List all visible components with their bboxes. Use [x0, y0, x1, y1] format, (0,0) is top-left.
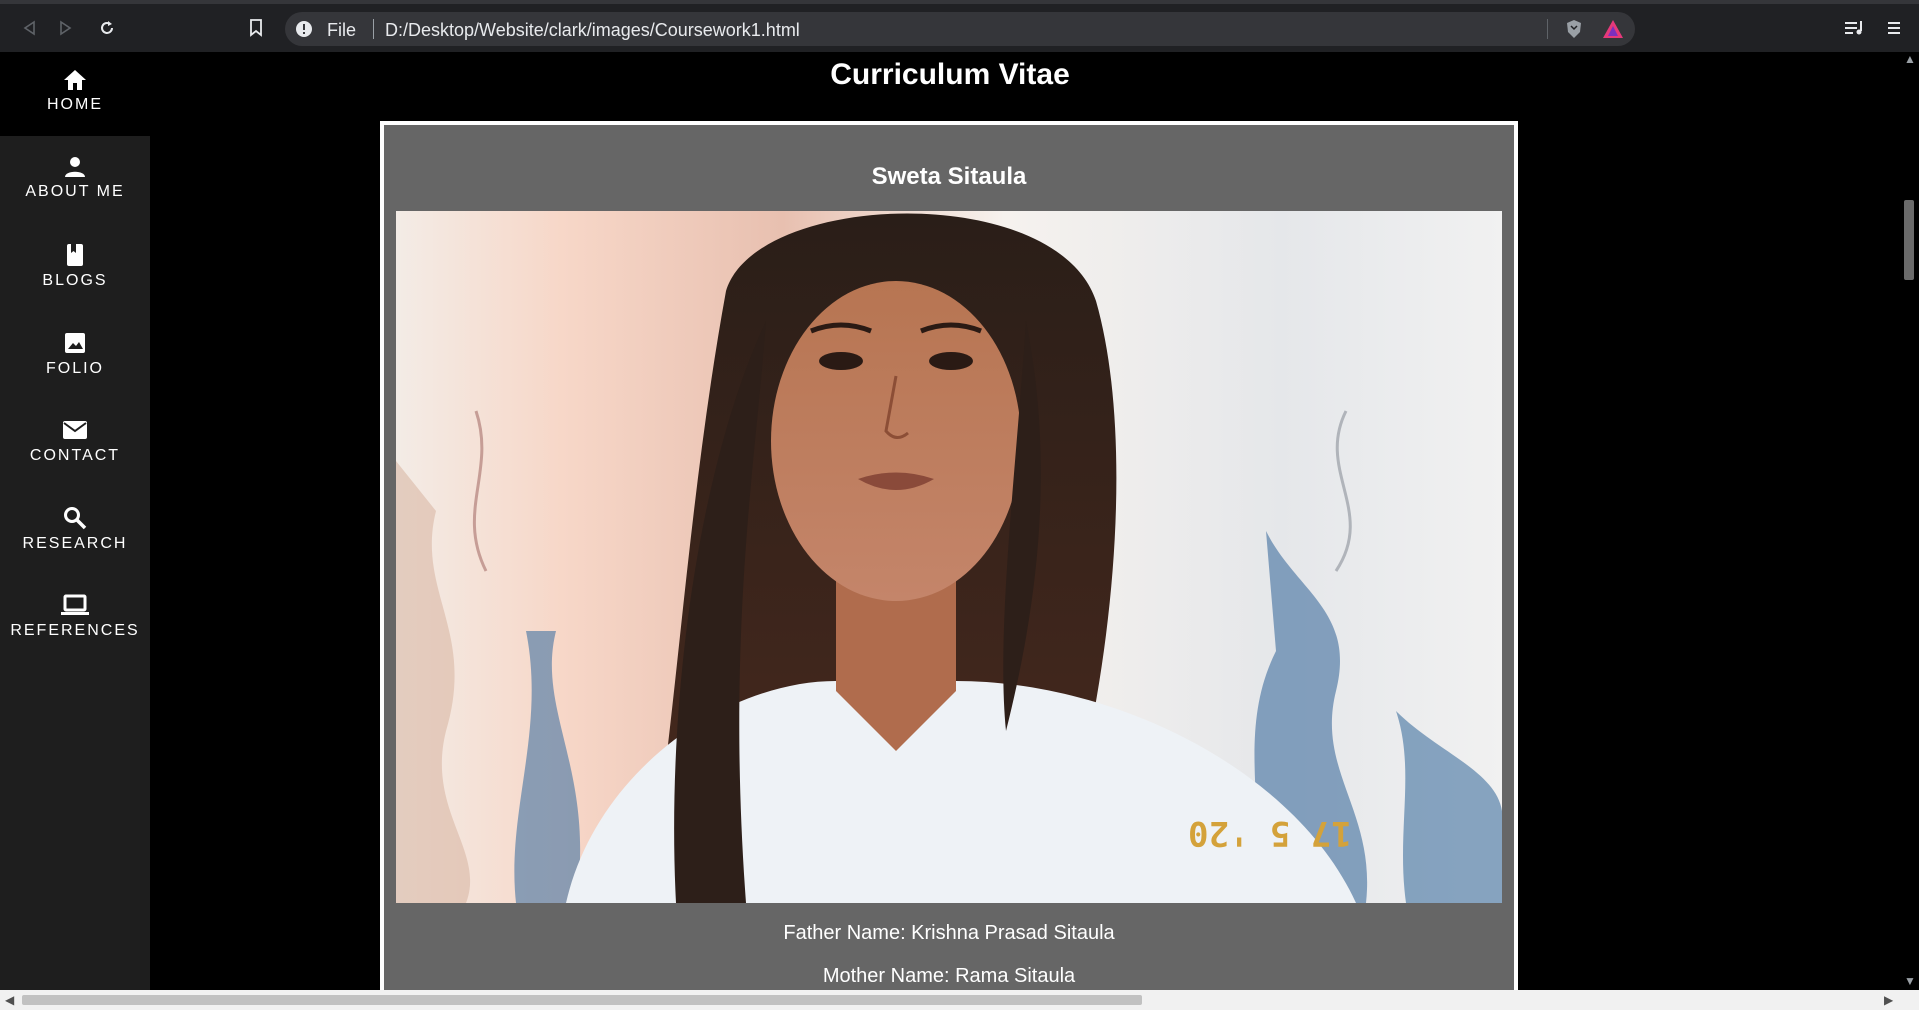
sidebar-item-references[interactable]: REFERENCES [0, 592, 150, 679]
forward-icon [60, 20, 72, 36]
url-separator [373, 19, 374, 39]
book-icon [67, 244, 83, 266]
photo-date-stamp: 17 5 '20 [1188, 813, 1352, 853]
person-icon [65, 157, 85, 177]
image-icon [65, 333, 85, 353]
sidebar-item-label: RESEARCH [22, 535, 128, 552]
sidebar-item-home[interactable]: HOME [0, 52, 150, 136]
sidebar-item-label: FOLIO [45, 360, 104, 377]
search-icon [64, 507, 87, 530]
sidebar-nav: HOME ABOUT ME BLOGS FOLIO CONTACT RESEAR… [0, 52, 150, 990]
sidebar-item-label: ABOUT ME [25, 183, 125, 200]
vertical-scroll-thumb[interactable] [1904, 200, 1914, 280]
bookmark-button[interactable] [245, 17, 267, 39]
sidebar-item-contact[interactable]: CONTACT [0, 417, 150, 504]
info-icon[interactable] [295, 20, 313, 38]
cv-card: Sweta Sitaula 17 5 '20 Father Name: Kris… [380, 121, 1518, 1001]
sidebar-item-label: BLOGS [42, 272, 108, 289]
playlist-icon [1845, 21, 1862, 35]
rewards-triangle-icon[interactable] [1602, 19, 1624, 39]
reload-icon [101, 21, 113, 34]
menu-button[interactable] [1883, 17, 1905, 39]
scroll-up-icon[interactable]: ▲ [1904, 52, 1916, 66]
sidebar-item-about-me[interactable]: ABOUT ME [0, 155, 150, 242]
brave-shield-icon[interactable] [1565, 19, 1583, 39]
vertical-scrollbar[interactable]: ▲ ▼ [1899, 52, 1919, 990]
hamburger-icon [1888, 22, 1900, 34]
sidebar-item-research[interactable]: RESEARCH [0, 505, 150, 592]
bookmark-icon [250, 19, 262, 37]
back-button[interactable] [18, 17, 40, 39]
cv-name: Sweta Sitaula [871, 163, 1027, 190]
profile-photo-illustration [396, 213, 1502, 903]
sidebar-item-label: CONTACT [29, 447, 121, 464]
horizontal-scroll-thumb[interactable] [22, 995, 1142, 1005]
scroll-left-icon[interactable]: ◀ [5, 993, 14, 1007]
sidebar-item-blogs[interactable]: BLOGS [0, 242, 150, 329]
father-name: Father Name: Krishna Prasad Sitaula [783, 922, 1115, 944]
sidebar-item-folio[interactable]: FOLIO [0, 330, 150, 417]
sidebar-item-label: HOME [47, 96, 103, 113]
reload-button[interactable] [96, 17, 118, 39]
url-scheme: File [327, 20, 357, 40]
home-icon [64, 70, 86, 90]
mail-icon [63, 421, 87, 439]
back-icon [23, 20, 35, 36]
url-text[interactable]: D:/Desktop/Website/clark/images/Coursewo… [385, 20, 800, 41]
scroll-right-icon[interactable]: ▶ [1884, 993, 1893, 1007]
laptop-icon [61, 594, 89, 615]
media-button[interactable] [1843, 17, 1865, 39]
scroll-down-icon[interactable]: ▼ [1904, 974, 1916, 988]
browser-toolbar: File D:/Desktop/Website/clark/images/Cou… [0, 0, 1919, 52]
address-divider [1547, 19, 1548, 39]
mother-name: Mother Name: Rama Sitaula [822, 965, 1076, 987]
sidebar-item-label: REFERENCES [10, 622, 140, 639]
address-bar[interactable]: File D:/Desktop/Website/clark/images/Cou… [285, 12, 1635, 46]
profile-photo: 17 5 '20 [396, 211, 1502, 903]
page-title: Curriculum Vitae [830, 58, 1070, 91]
forward-button[interactable] [55, 17, 77, 39]
horizontal-scrollbar[interactable]: ◀ ▶ [0, 990, 1919, 1010]
